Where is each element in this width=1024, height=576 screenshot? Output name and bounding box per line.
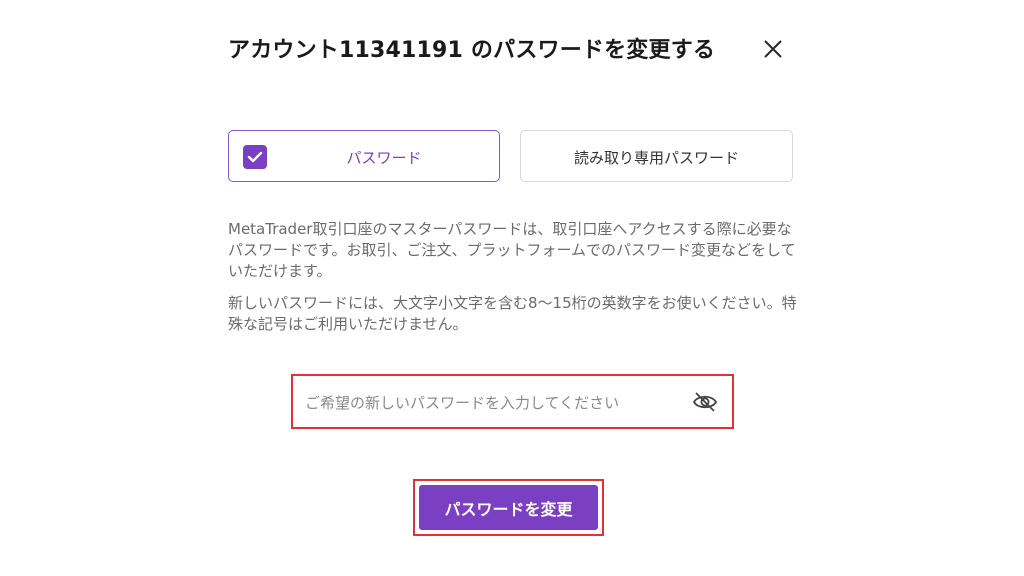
option-master-password[interactable]: パスワード [228, 130, 500, 182]
change-password-button[interactable]: パスワードを変更 [419, 485, 598, 530]
option-label: 読み取り専用パスワード [573, 149, 739, 167]
password-rules-paragraph: 新しいパスワードには、大文字小文字を含む8〜15桁の英数字をお使いください。特殊… [228, 294, 797, 333]
option-label: パスワード [346, 149, 422, 167]
screen: アカウント11341191 のパスワードを変更する パスワード 読み取り専用パス… [0, 0, 1024, 576]
close-button[interactable] [762, 38, 784, 60]
change-password-dialog: アカウント11341191 のパスワードを変更する パスワード 読み取り専用パス… [206, 0, 818, 576]
backdrop-left [190, 0, 206, 576]
description-paragraph: MetaTrader取引口座のマスターパスワードは、取引口座へアクセスする際に必… [228, 220, 796, 280]
backdrop-right [818, 0, 834, 576]
close-icon [764, 40, 782, 58]
new-password-field [291, 374, 734, 429]
submit-highlight: パスワードを変更 [413, 479, 604, 536]
new-password-input[interactable] [303, 384, 677, 422]
dialog-title: アカウント11341191 のパスワードを変更する [228, 38, 716, 63]
toggle-visibility-button[interactable] [692, 391, 718, 413]
option-readonly-password[interactable]: 読み取り専用パスワード [520, 130, 793, 182]
eye-off-icon [692, 392, 718, 412]
